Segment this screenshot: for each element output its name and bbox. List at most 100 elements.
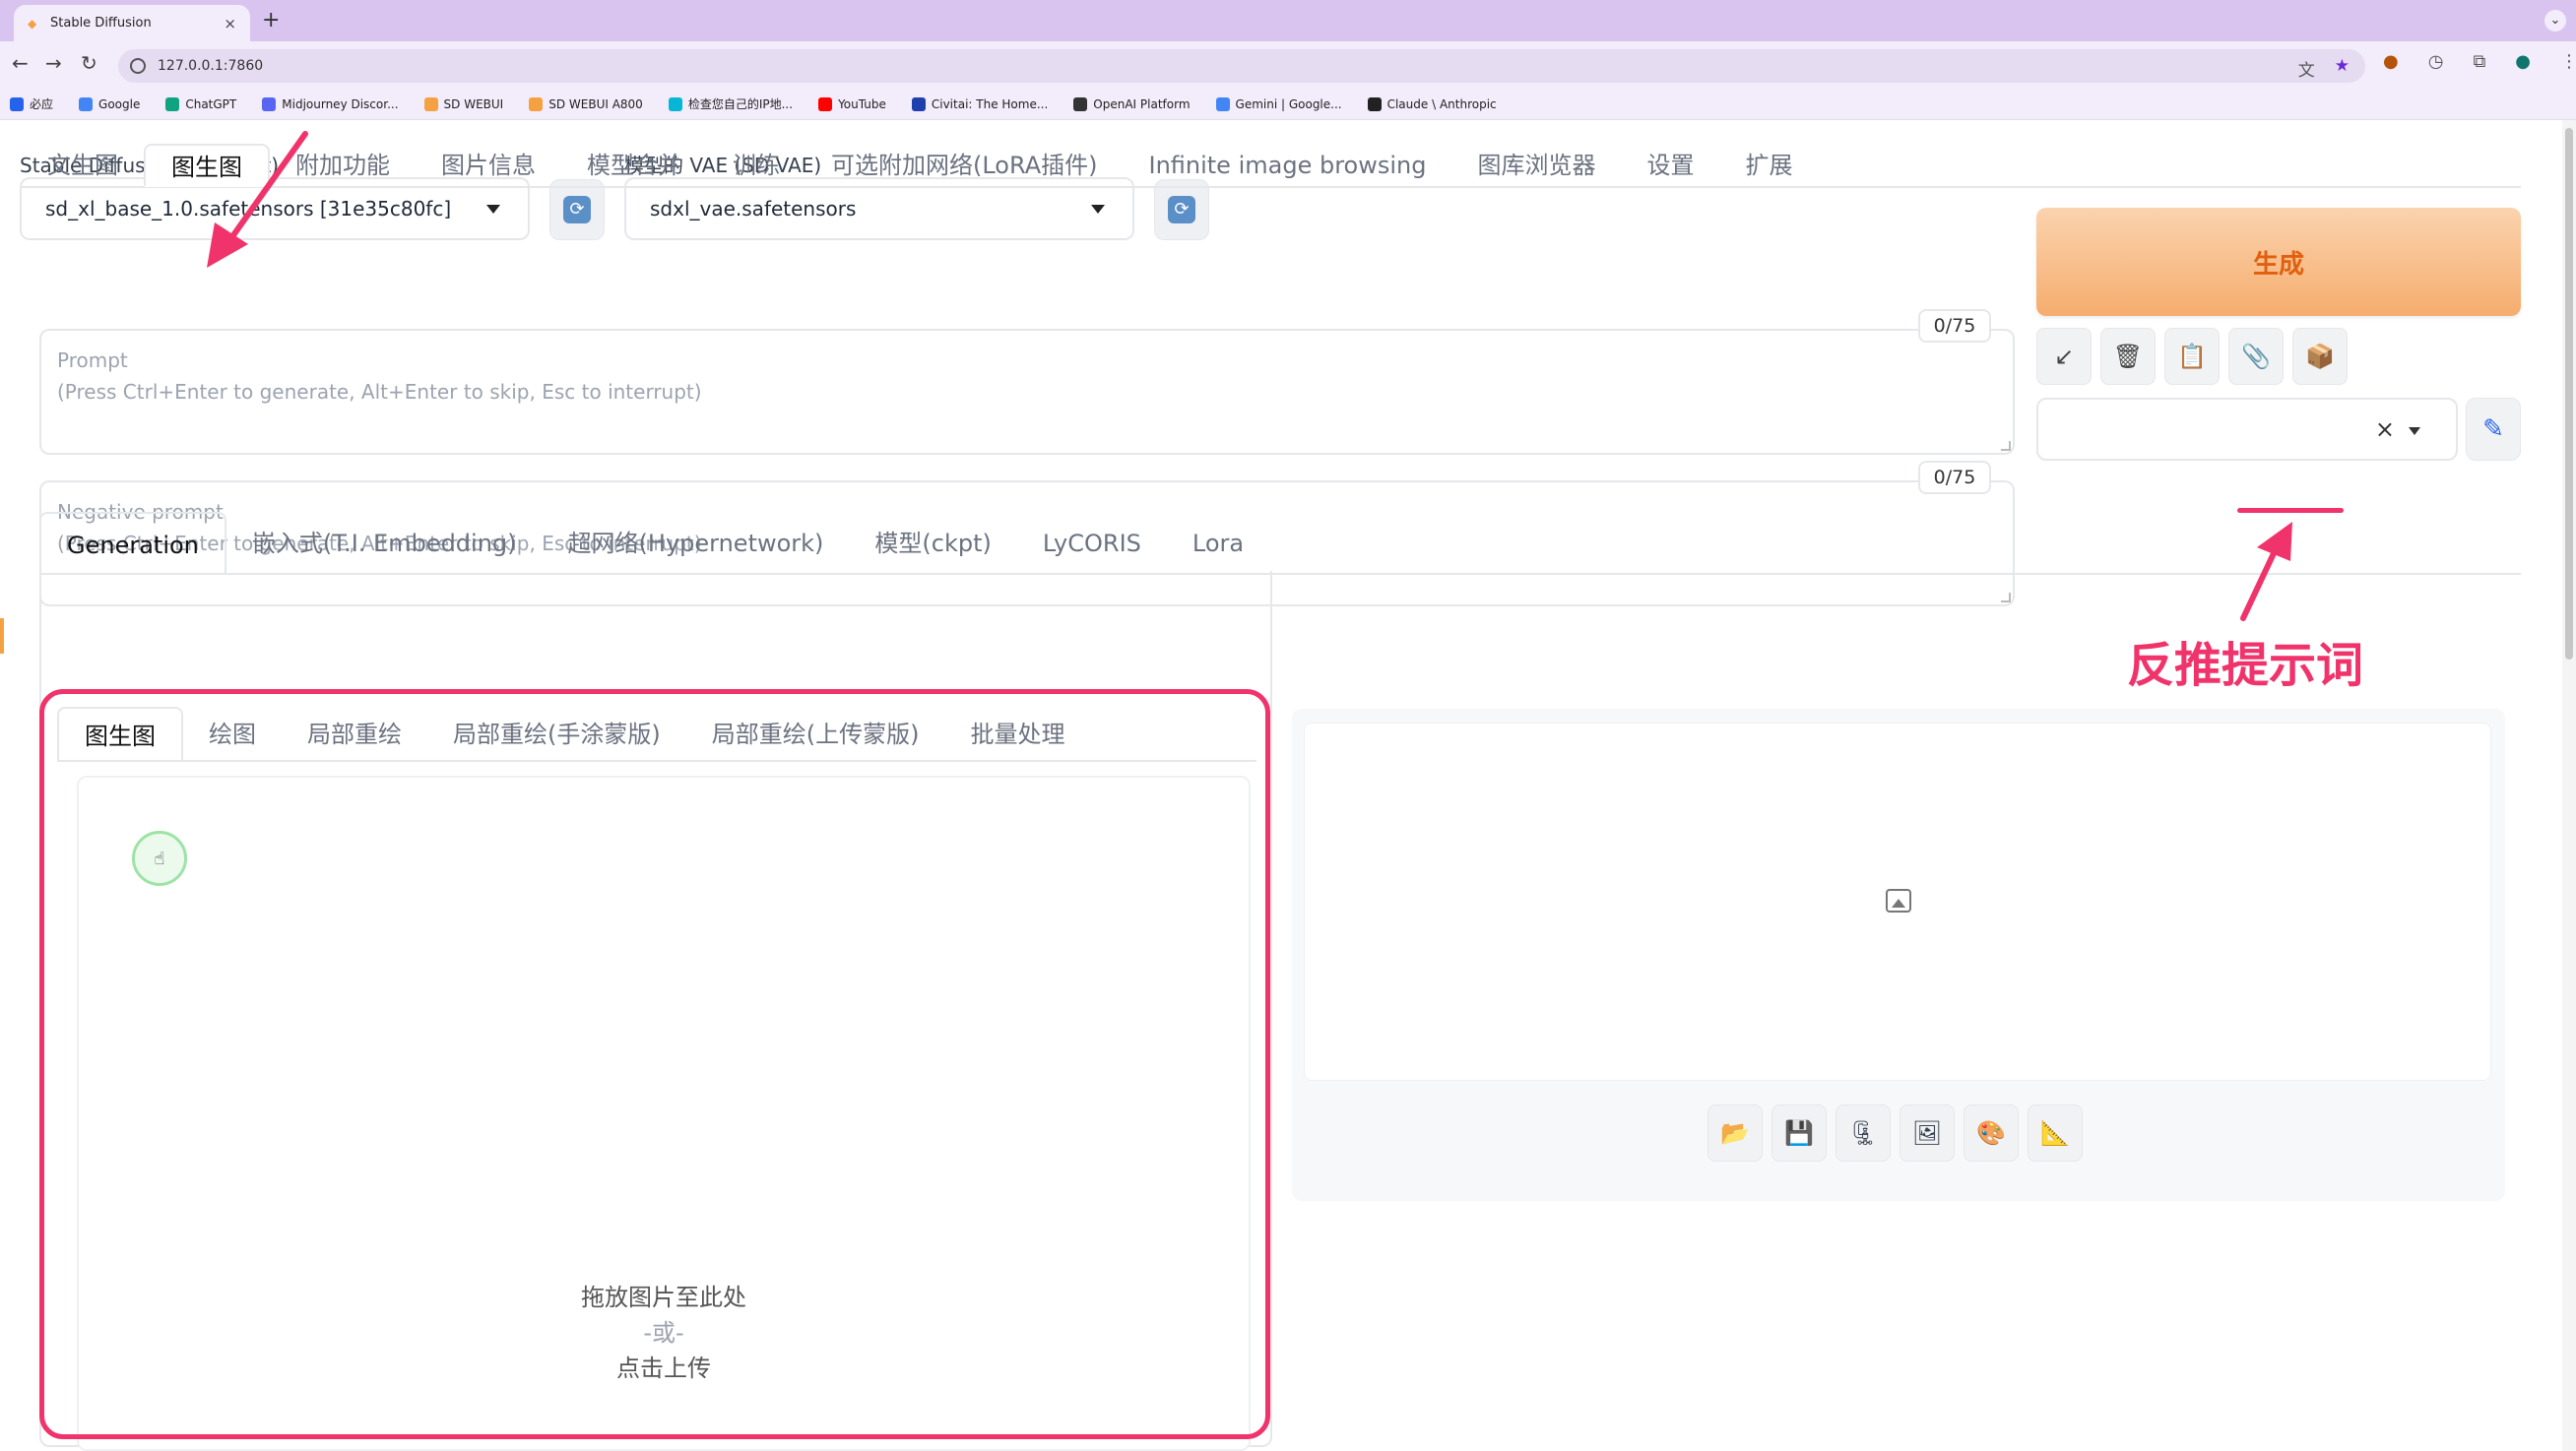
scrollbar-thumb[interactable] (2565, 128, 2573, 660)
tab-5[interactable]: 训练 (707, 144, 805, 187)
refresh-checkpoint-button[interactable]: ⟳ (549, 179, 605, 240)
subtab-4[interactable]: LyCORIS (1017, 512, 1167, 575)
bookmark-item[interactable]: Midjourney Discor... (262, 96, 399, 111)
page-scrollbar[interactable] (2562, 120, 2576, 1451)
browser-menu-icon[interactable]: ⋮ (2560, 51, 2576, 72)
clipboard-icon: 📋 (2177, 343, 2207, 370)
refresh-icon: ⟳ (563, 196, 591, 223)
search-icon (10, 96, 24, 111)
ruler-icon: 📐 (2040, 1119, 2070, 1147)
chevron-down-icon (1091, 205, 1105, 214)
url-text: 127.0.0.1:7860 (158, 58, 264, 74)
bookmark-label: YouTube (838, 96, 886, 111)
extra-networks-tabs: Generation 嵌入式(T.I. Embedding) 超网络(Hyperne… (39, 512, 1269, 575)
paperclip-button[interactable]: 📎 (2228, 328, 2284, 385)
trash-icon: 🗑 (2112, 343, 2144, 370)
bookmark-item[interactable]: OpenAI Platform (1073, 96, 1191, 111)
forward-icon[interactable]: → (45, 51, 62, 75)
bookmark-item[interactable]: YouTube (818, 96, 886, 111)
bookmark-star-icon[interactable]: ★ (2335, 56, 2350, 81)
browser-tab[interactable]: ◆ Stable Diffusion × (14, 5, 250, 41)
arrow-down-left-icon: ↙ (2053, 343, 2075, 370)
bookmark-label: Google (98, 96, 141, 111)
extension-record-icon[interactable]: ● (2383, 51, 2399, 72)
bookmark-label: ChatGPT (185, 96, 237, 111)
toolbar-extensions: ● ◷ ⧉ ● ⋮ (2383, 51, 2576, 72)
subtab-3[interactable]: 模型(ckpt) (849, 512, 1016, 575)
tab-7[interactable]: Infinite image browsing (1123, 144, 1451, 187)
bookmark-item[interactable]: 检查您自己的IP地... (668, 95, 794, 112)
subtab-5[interactable]: Lora (1167, 512, 1269, 575)
browser-tab-title: Stable Diffusion (50, 16, 152, 31)
annotation-label: 反推提示词 (2127, 638, 2364, 693)
bookmark-item[interactable]: SD WEBUI (423, 96, 503, 111)
sd-icon (423, 96, 438, 111)
subtab-0[interactable]: Generation (39, 512, 226, 575)
refresh-vae-button[interactable]: ⟳ (1154, 179, 1209, 240)
image-button[interactable]: 🖼 (1900, 1104, 1955, 1162)
tab-4[interactable]: 模型合并 (561, 144, 707, 187)
tab-2[interactable]: 附加功能 (270, 144, 416, 187)
subtab-2[interactable]: 超网络(Hypernetwork) (543, 512, 850, 575)
bookmark-label: 检查您自己的IP地... (687, 97, 794, 111)
arrow-down-left-button[interactable]: ↙ (2036, 328, 2092, 385)
bookmarks-bar: 必应 Google ChatGPT Midjourney Discor... SD WE… (0, 89, 2576, 120)
palette-icon: 🎨 (1976, 1119, 2006, 1147)
resize-handle[interactable] (2001, 441, 2011, 451)
google-icon (1215, 96, 1230, 111)
resize-handle[interactable] (2001, 593, 2011, 602)
sd-favicon-icon: ◆ (28, 16, 37, 31)
zip-button[interactable]: 🗜 (1835, 1104, 1891, 1162)
bookmark-label: Civitai: The Home... (931, 96, 1049, 111)
bookmark-item[interactable]: 必应 (10, 95, 53, 112)
address-bar[interactable]: 127.0.0.1:7860 文 ★ (118, 49, 2365, 83)
edit-styles-button[interactable]: ✎ (2466, 398, 2521, 461)
tab-0[interactable]: 文生图 (22, 144, 144, 187)
trash-button[interactable]: 🗑 (2100, 328, 2156, 385)
tab-8[interactable]: 图库浏览器 (1451, 144, 1621, 187)
translate-icon[interactable]: 文 (2298, 56, 2315, 81)
tab-search-button[interactable]: ⌄ (2544, 10, 2566, 32)
bookmark-item[interactable]: Google (79, 96, 141, 111)
close-tab-icon[interactable]: × (224, 15, 236, 32)
reload-icon[interactable]: ↻ (81, 51, 97, 75)
profile-avatar-icon[interactable]: ● (2515, 51, 2531, 72)
sd-icon (529, 96, 544, 111)
extensions-puzzle-icon[interactable]: ⧉ (2473, 51, 2485, 72)
bookmark-label: Midjourney Discor... (282, 96, 399, 111)
back-icon[interactable]: ← (12, 51, 29, 75)
generate-button[interactable]: 生成 (2036, 208, 2521, 316)
tab-9[interactable]: 设置 (1621, 144, 1719, 187)
site-info-icon[interactable] (130, 58, 146, 74)
tab-10[interactable]: 扩展 (1719, 144, 1818, 187)
pencil-icon: ✎ (2482, 414, 2504, 444)
history-icon[interactable]: ◷ (2428, 51, 2444, 72)
tab-3[interactable]: 图片信息 (416, 144, 561, 187)
package-button[interactable]: 📦 (2292, 328, 2348, 385)
bookmark-label: Claude \ Anthropic (1386, 96, 1497, 111)
tab-1[interactable]: 图生图 (144, 144, 270, 187)
tab-6[interactable]: 可选附加网络(LoRA插件) (805, 144, 1123, 187)
ip-icon (668, 96, 682, 111)
bookmark-item[interactable]: Gemini | Google... (1215, 96, 1342, 111)
bookmark-item[interactable]: SD WEBUI A800 (529, 96, 643, 111)
paperclip-icon: 📎 (2241, 343, 2271, 370)
bookmark-item[interactable]: Civitai: The Home... (911, 96, 1049, 111)
checkpoint-value: sd_xl_base_1.0.safetensors [31e35c80fc] (45, 197, 452, 221)
bookmark-label: 必应 (30, 97, 54, 111)
clipboard-button[interactable]: 📋 (2164, 328, 2220, 385)
styles-dropdown[interactable]: × (2036, 398, 2458, 461)
folder-button[interactable]: 📂 (1707, 1104, 1763, 1162)
new-tab-button[interactable]: + (262, 8, 280, 32)
bookmark-item[interactable]: ChatGPT (165, 96, 237, 111)
image-placeholder-icon (1886, 889, 1911, 913)
ruler-button[interactable]: 📐 (2028, 1104, 2083, 1162)
chevron-down-icon (2409, 427, 2420, 435)
palette-button[interactable]: 🎨 (1964, 1104, 2019, 1162)
subtab-1[interactable]: 嵌入式(T.I. Embedding) (226, 512, 543, 575)
bookmark-item[interactable]: Claude \ Anthropic (1367, 96, 1497, 111)
clear-styles-icon[interactable]: × (2375, 415, 2395, 443)
save-button[interactable]: 💾 (1771, 1104, 1827, 1162)
zip-icon: 🗜 (1847, 1119, 1879, 1147)
prompt-textarea[interactable]: Prompt (Press Ctrl+Enter to generate, Al… (39, 329, 2015, 455)
